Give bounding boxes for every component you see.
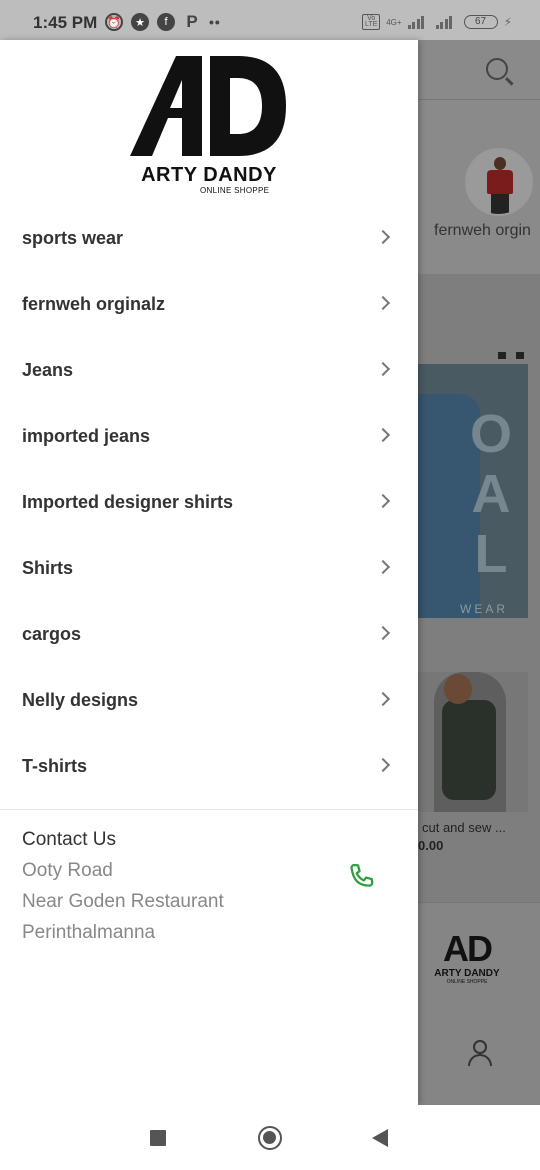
- volte-icon: Vo LTE: [362, 14, 381, 30]
- signal-icon-2: [435, 15, 458, 29]
- logo-mark-icon: [130, 56, 286, 156]
- footer-logo-mark: AD: [443, 928, 493, 969]
- background-app-overlay[interactable]: fernweh orgin OAL WEAR cut and sew ... 0…: [418, 40, 540, 1105]
- chevron-right-icon: [375, 493, 391, 509]
- notification-icons: ⏰ ★ f P ••: [105, 12, 221, 31]
- menu-item-label: sports wear: [22, 228, 124, 248]
- system-navigation-bar: [0, 1105, 540, 1170]
- footer-logo-tagline: ONLINE SHOPPE: [446, 979, 488, 985]
- menu-item-imported-jeans[interactable]: imported jeans: [0, 404, 418, 470]
- navigation-drawer: ARTY DANDY ONLINE SHOPPE sports wear fer…: [0, 40, 418, 1105]
- banner-word: WEAR: [460, 602, 508, 616]
- banner-mini-icons: [498, 352, 524, 359]
- battery-icon: 67: [463, 15, 498, 29]
- menu-item-label: imported jeans: [22, 426, 151, 446]
- menu-item-label: Shirts: [22, 558, 74, 578]
- chevron-right-icon: [375, 427, 391, 443]
- product-price: 0.00: [418, 838, 444, 853]
- home-button[interactable]: [258, 1126, 282, 1150]
- paypal-icon: P: [186, 12, 198, 31]
- phone-call-icon[interactable]: [345, 860, 379, 894]
- menu-item-imported-designer-shirts[interactable]: Imported designer shirts: [0, 470, 418, 536]
- product-image: [418, 672, 528, 812]
- footer-logo-brand: ARTY DANDY: [434, 968, 500, 979]
- category-label: fernweh orgin: [434, 222, 531, 239]
- menu-item-label: cargos: [22, 624, 82, 644]
- menu-item-jeans[interactable]: Jeans: [0, 338, 418, 404]
- network-type: 4G+: [386, 17, 402, 27]
- chevron-right-icon: [375, 625, 391, 641]
- brand-logo: ARTY DANDY ONLINE SHOPPE: [130, 52, 288, 198]
- alarm-icon: ⏰: [105, 13, 123, 31]
- menu-item-t-shirts[interactable]: T-shirts: [0, 734, 418, 800]
- chevron-right-icon: [375, 559, 391, 575]
- signal-icon: [407, 15, 430, 29]
- menu-item-cargos[interactable]: cargos: [0, 602, 418, 668]
- star-app-icon: ★: [131, 13, 149, 31]
- chevron-right-icon: [375, 361, 391, 377]
- contact-address-line: Perinthalmanna: [22, 922, 156, 943]
- promo-banner: OAL WEAR: [418, 364, 528, 618]
- menu-item-label: Jeans: [22, 360, 74, 380]
- contact-title: Contact Us: [22, 829, 116, 850]
- account-icon: [468, 1040, 492, 1068]
- logo-tagline: ONLINE SHOPPE: [200, 186, 270, 195]
- charging-icon: ⚡: [503, 15, 512, 29]
- cart-icon: [516, 352, 524, 359]
- menu-item-label: fernweh orginalz: [22, 294, 166, 314]
- chevron-right-icon: [375, 757, 391, 773]
- menu-item-fernweh-orginalz[interactable]: fernweh orginalz: [0, 272, 418, 338]
- divider: [0, 809, 418, 810]
- menu-item-label: Imported designer shirts: [22, 492, 234, 512]
- category-avatar: [465, 148, 533, 216]
- menu-item-label: T-shirts: [22, 756, 88, 776]
- menu-item-shirts[interactable]: Shirts: [0, 536, 418, 602]
- logo-brand-text: ARTY DANDY: [141, 164, 277, 186]
- status-bar: 1:45 PM ⏰ ★ f P •• Vo LTE 4G+ 67 ⚡: [0, 0, 540, 40]
- chevron-right-icon: [375, 691, 391, 707]
- chevron-right-icon: [375, 229, 391, 245]
- system-icons: Vo LTE 4G+ 67 ⚡: [362, 14, 512, 30]
- banner-letters: OAL: [461, 404, 521, 584]
- background-header: [418, 40, 540, 100]
- status-time: 1:45 PM: [33, 13, 98, 32]
- chevron-right-icon: [375, 295, 391, 311]
- facebook-icon: f: [157, 13, 175, 31]
- contact-card-icon: [498, 352, 506, 359]
- product-name: cut and sew ...: [422, 820, 506, 835]
- category-menu: sports wear fernweh orginalz Jeans impor…: [0, 206, 418, 800]
- menu-item-sports-wear[interactable]: sports wear: [0, 206, 418, 272]
- search-icon: [486, 58, 508, 80]
- menu-item-nelly-designs[interactable]: Nelly designs: [0, 668, 418, 734]
- menu-item-label: Nelly designs: [22, 690, 139, 710]
- back-button[interactable]: [372, 1129, 388, 1147]
- more-notifications-icon: ••: [209, 14, 221, 30]
- recent-apps-button[interactable]: [150, 1130, 166, 1146]
- footer-logo: AD ARTY DANDY ONLINE SHOPPE: [432, 928, 502, 986]
